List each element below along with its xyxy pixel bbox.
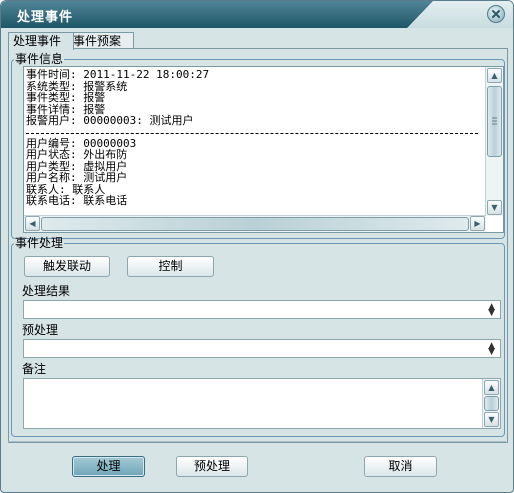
info-line-user-status: 用户状态: 外出布防 (26, 148, 128, 161)
tab-event-plan[interactable]: 事件预案 (68, 32, 134, 49)
info-line-event-type: 事件类型: 报警 (26, 91, 106, 104)
grip-icon (492, 117, 497, 125)
close-button[interactable] (487, 5, 505, 23)
preprocess-button[interactable]: 预处理 (176, 456, 248, 477)
trigger-linkage-button[interactable]: 触发联动 (24, 256, 110, 277)
scroll-down-icon[interactable]: ▼ (484, 412, 499, 427)
event-handling-legend: 事件处理 (15, 236, 64, 250)
notes-label: 备注 (22, 362, 47, 376)
scroll-left-icon[interactable]: ◀ (25, 216, 40, 231)
info-line-contact-phone: 联系电话: 联系电话 (26, 194, 128, 207)
scroll-up-icon[interactable]: ▲ (484, 380, 499, 395)
close-icon (492, 10, 500, 18)
event-info-legend: 事件信息 (15, 52, 64, 66)
cancel-button[interactable]: 取消 (364, 456, 437, 477)
notes-scroll-thumb[interactable] (484, 396, 499, 411)
footer-divider (8, 441, 506, 442)
horizontal-scrollbar[interactable]: ◀ ▶ (24, 215, 486, 232)
control-button[interactable]: 控制 (127, 256, 214, 277)
result-select[interactable]: ▲ ▼ (23, 300, 501, 319)
notes-vertical-scrollbar[interactable]: ▲ ▼ (482, 379, 500, 428)
event-info-text: 事件时间: 2011-11-22 18:00:27 系统类型: 报警系统 事件类… (26, 69, 481, 207)
info-line-time: 事件时间: 2011-11-22 18:00:27 (26, 68, 210, 81)
info-line-alarm-user: 报警用户: 00000003: 测试用户 (26, 114, 194, 127)
chevron-updown-icon: ▲ ▼ (488, 302, 495, 318)
horizontal-scroll-thumb[interactable] (41, 217, 469, 231)
info-separator (26, 132, 478, 134)
result-label: 处理结果 (22, 284, 71, 298)
event-info-textbox[interactable]: 事件时间: 2011-11-22 18:00:27 系统类型: 报警系统 事件类… (23, 66, 504, 233)
scroll-up-icon[interactable]: ▲ (487, 68, 502, 83)
window-title: 处理事件 (17, 10, 74, 25)
tab-handle-event[interactable]: 处理事件 (8, 32, 74, 50)
notes-textarea[interactable]: ▲ ▼ (23, 378, 501, 429)
process-button[interactable]: 处理 (72, 456, 145, 477)
preprocess-label: 预处理 (22, 323, 59, 337)
info-line-user-name: 用户名称: 测试用户 (26, 171, 128, 184)
preprocess-select[interactable]: ▲ ▼ (23, 339, 501, 358)
chevron-updown-icon: ▲ ▼ (488, 341, 495, 357)
vertical-scroll-thumb[interactable] (487, 86, 502, 157)
dialog-window: 处理事件 处理事件 事件预案 事件信息 事件时间: 2011-11-22 18:… (0, 0, 514, 493)
vertical-scrollbar[interactable]: ▲ ▼ (485, 67, 503, 216)
scroll-down-icon[interactable]: ▼ (487, 200, 502, 215)
title-bar[interactable]: 处理事件 (1, 1, 513, 28)
scroll-right-icon[interactable]: ▶ (470, 216, 485, 231)
